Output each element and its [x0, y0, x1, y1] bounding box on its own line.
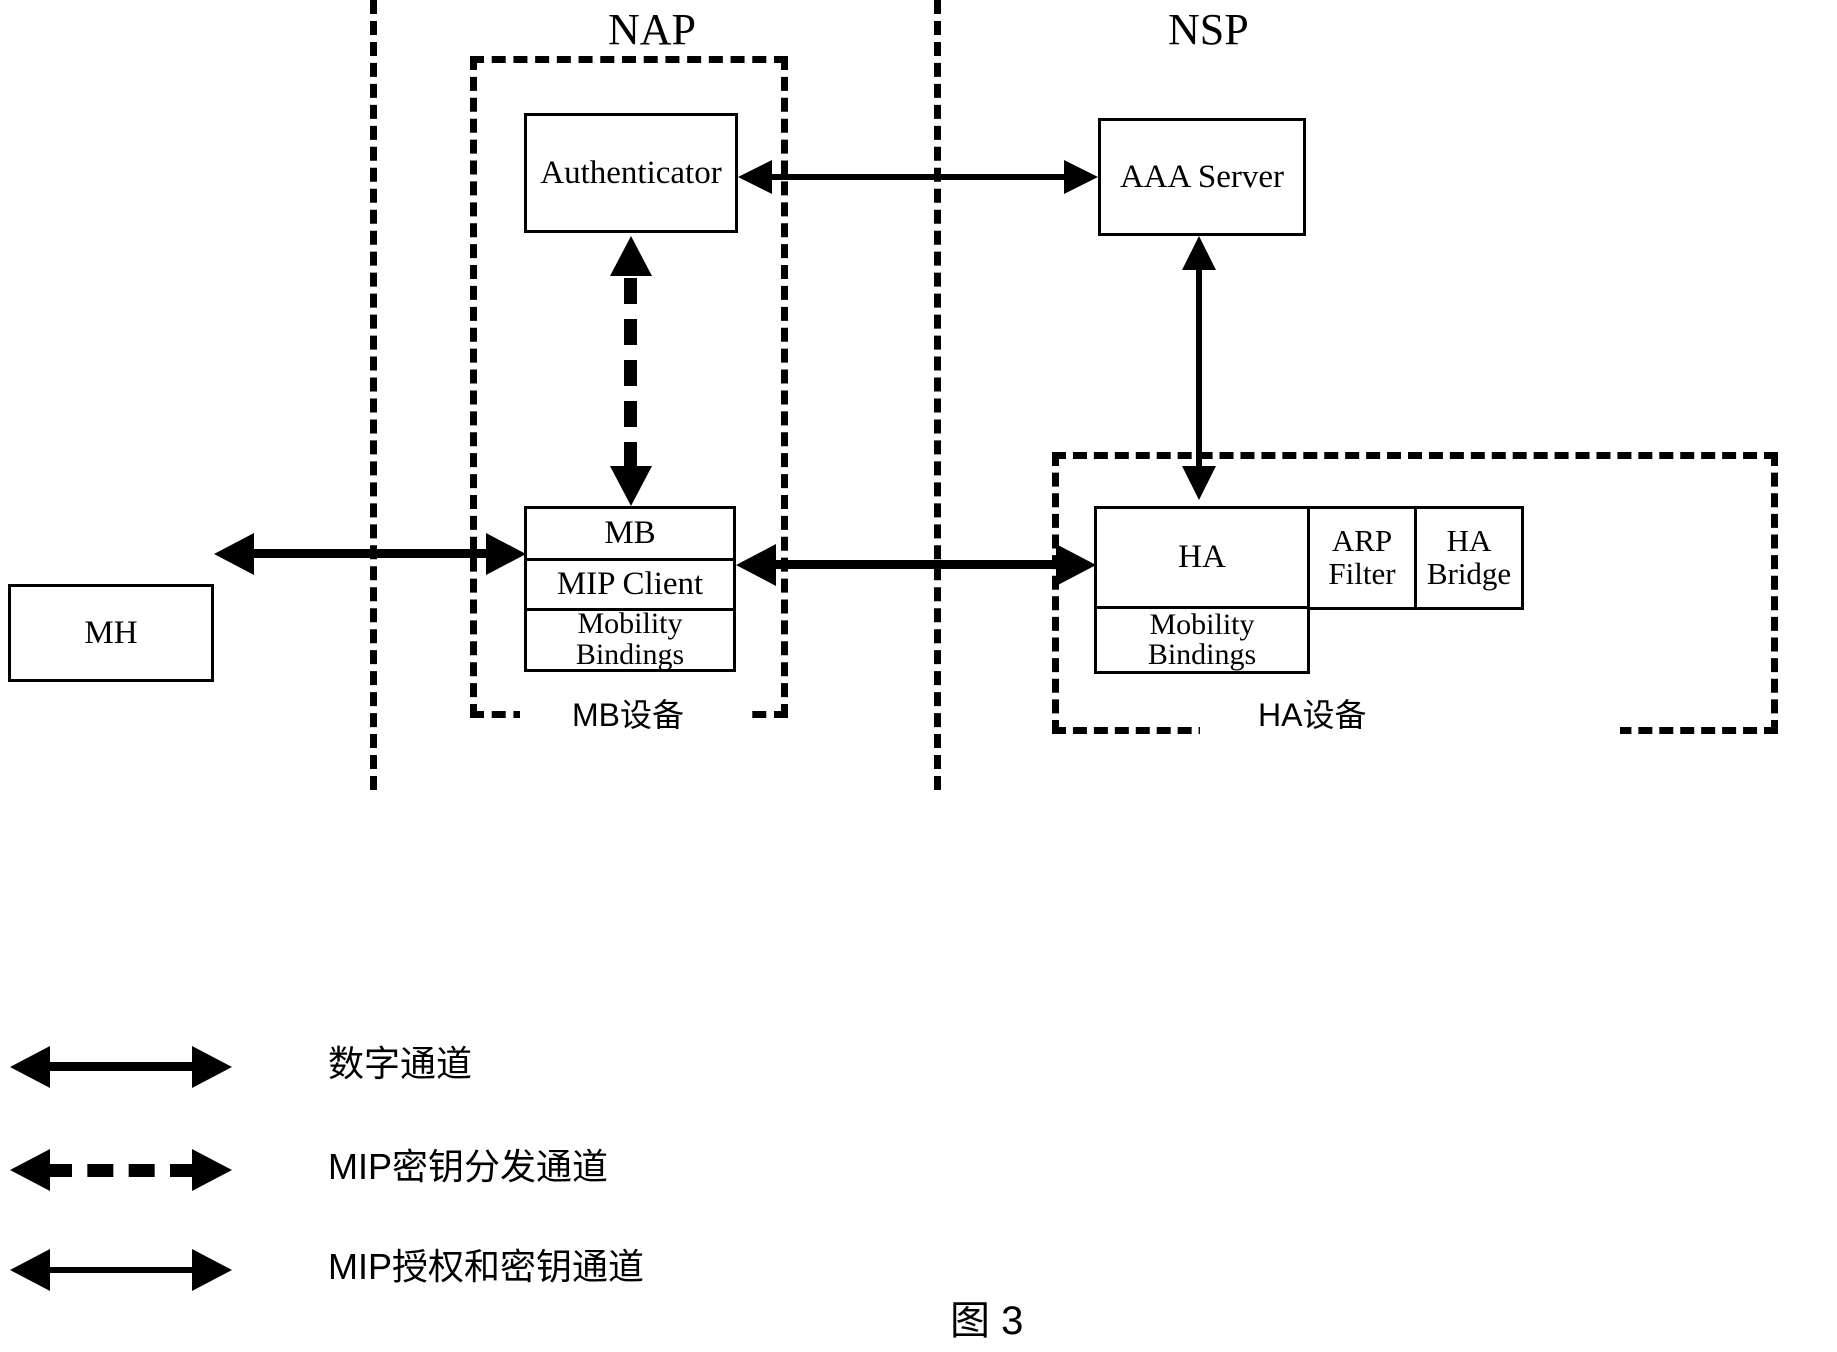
node-ha-mobility-bindings-cell[interactable]: Mobility Bindings [1097, 609, 1307, 671]
node-authenticator-label: Authenticator [540, 154, 722, 191]
legend-0-label: 数字通道 [328, 1043, 473, 1084]
link-authenticator-aaa-arrowhead-right [1064, 160, 1098, 194]
legend-2-arrowhead-right [192, 1249, 232, 1291]
legend-1-arrowhead-left [10, 1149, 50, 1191]
enclosure-mb-device-caption: MB设备 [566, 690, 691, 736]
node-arp-filter-line1: ARP [1331, 523, 1393, 559]
link-authenticator-mb-dashed-line [624, 278, 637, 468]
domain-separator-left [370, 0, 377, 790]
node-mb-title-cell: MB [527, 509, 733, 561]
legend-0-arrowhead-left [10, 1046, 50, 1088]
node-mb-mip-client-label: MIP Client [556, 565, 704, 602]
link-aaa-ha-arrowhead-down [1182, 466, 1216, 500]
legend-1-label: MIP密钥分发通道 [328, 1146, 609, 1187]
link-mh-mb-line [248, 549, 490, 558]
legend-item-0: 数字通道 [10, 1040, 770, 1096]
link-mb-ha-line [770, 560, 1060, 569]
node-ha-title: HA [1178, 538, 1226, 575]
region-title-nsp: NSP [1168, 5, 1249, 54]
legend-2-arrowhead-left [10, 1249, 50, 1291]
node-mh-label: MH [84, 614, 138, 651]
node-aaa-server-label: AAA Server [1119, 158, 1285, 195]
node-arp-filter-line2: Filter [1328, 556, 1396, 591]
legend-1-arrowhead-right [192, 1149, 232, 1191]
link-mb-ha-arrowhead-right [1056, 544, 1096, 586]
legend-2-line [46, 1267, 196, 1273]
link-authenticator-aaa-arrowhead-left [738, 160, 772, 194]
node-mh[interactable]: MH [8, 584, 214, 682]
node-aaa-server[interactable]: AAA Server [1098, 118, 1306, 236]
node-ha-bridge-line2: Bridge [1426, 556, 1512, 591]
legend-item-2: MIP授权和密钥通道 [10, 1243, 770, 1299]
node-mb-mip-client-cell[interactable]: MIP Client [527, 560, 733, 611]
link-authenticator-mb-arrowhead-up [610, 236, 652, 276]
link-authenticator-mb-arrowhead-down [610, 466, 652, 506]
link-aaa-ha-arrowhead-up [1182, 236, 1216, 270]
legend-item-1: MIP密钥分发通道 [10, 1143, 770, 1199]
link-mh-mb-arrowhead-right [486, 533, 526, 575]
legend-2-label: MIP授权和密钥通道 [328, 1246, 645, 1287]
legend-0-line [46, 1062, 196, 1071]
node-ha-bridge-line1: HA [1446, 523, 1492, 559]
node-authenticator[interactable]: Authenticator [524, 113, 738, 233]
figure-canvas: NAP NSP MB设备 HA设备 MH Authenticator AAA S… [0, 0, 1837, 1352]
node-ha-title-cell: HA [1097, 509, 1307, 610]
link-aaa-ha-line [1196, 270, 1202, 468]
link-authenticator-aaa-line [772, 174, 1086, 180]
node-mb[interactable]: MB MIP Client Mobility Bindings [524, 506, 736, 672]
node-ha-mobility-bindings-line1: Mobility [1149, 607, 1255, 641]
link-mb-ha-arrowhead-left [736, 544, 776, 586]
node-ha-bridge[interactable]: HA Bridge [1414, 506, 1524, 610]
node-mb-mobility-bindings-line2: Bindings [575, 638, 685, 671]
node-arp-filter[interactable]: ARP Filter [1307, 506, 1417, 610]
enclosure-ha-device-caption: HA设备 [1252, 690, 1373, 736]
node-mb-mobility-bindings-cell[interactable]: Mobility Bindings [527, 607, 733, 671]
legend-1-line [46, 1164, 196, 1177]
node-ha-mobility-bindings-line2: Bindings [1147, 638, 1257, 672]
figure-caption: 图 3 [950, 1299, 1024, 1343]
domain-separator-right [934, 0, 941, 790]
region-title-nap: NAP [608, 5, 697, 54]
node-ha[interactable]: HA Mobility Bindings [1094, 506, 1310, 674]
link-mh-mb-arrowhead-left [214, 533, 254, 575]
node-mb-title: MB [604, 514, 656, 551]
legend-0-arrowhead-right [192, 1046, 232, 1088]
node-mb-mobility-bindings-line1: Mobility [577, 607, 683, 641]
